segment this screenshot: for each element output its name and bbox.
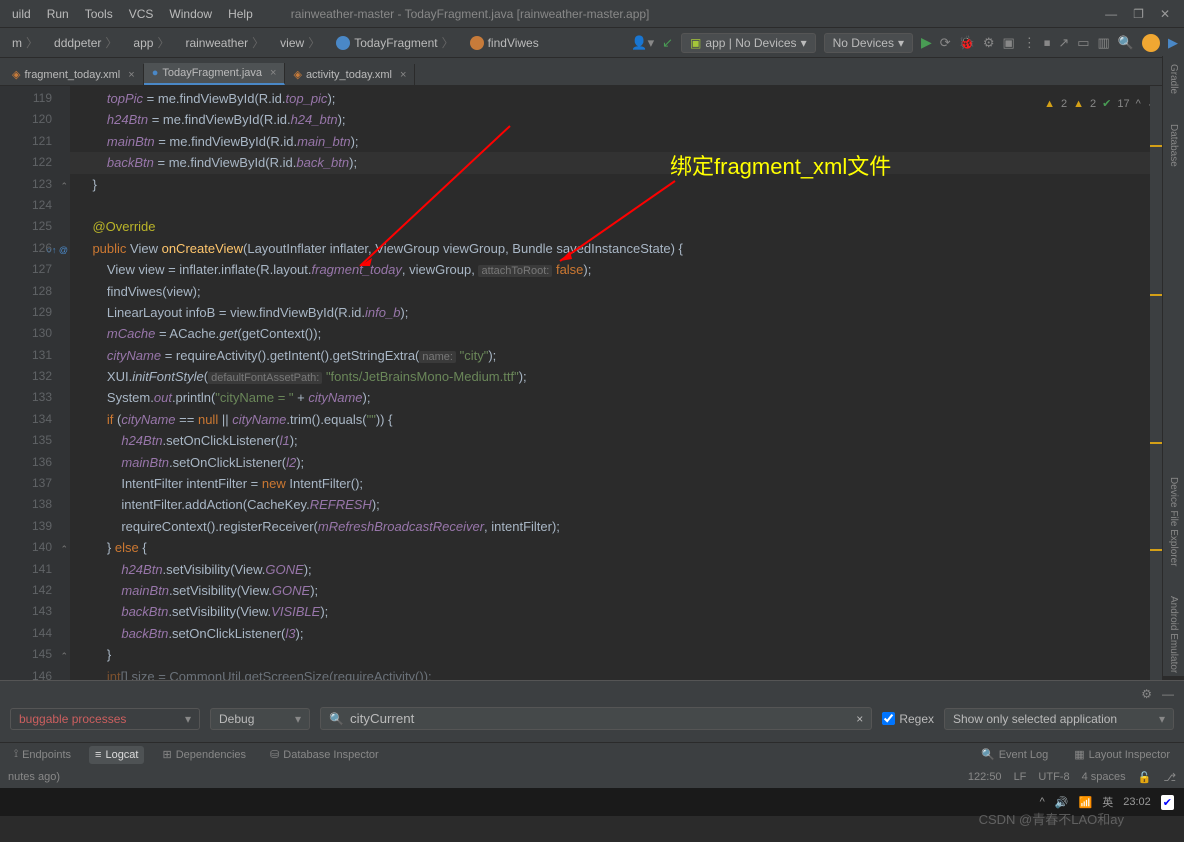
endpoints-tab[interactable]: ⟟Endpoints <box>8 745 77 764</box>
rerun-icon[interactable]: ⟳ <box>940 35 951 51</box>
sync-icon[interactable]: ↙ <box>662 35 673 51</box>
crumb-root[interactable]: m〉 <box>6 34 48 51</box>
run-icon[interactable]: ▶ <box>921 34 932 51</box>
lock-icon[interactable]: 🔓 <box>1138 771 1152 784</box>
line-ending[interactable]: LF <box>1014 771 1027 784</box>
avd-icon[interactable]: ▭ <box>1077 35 1089 51</box>
attach-icon[interactable]: ▣ <box>1003 35 1015 51</box>
search-icon: 🔍 <box>329 712 344 726</box>
gutter: 119 120 121 122 123⌃ 124 125 126 ○↑ @ 12… <box>0 86 70 680</box>
check-icon: ✔ <box>1102 94 1111 115</box>
gradle-tool[interactable]: Gradle <box>1168 64 1179 94</box>
clear-icon[interactable]: × <box>856 712 863 726</box>
play-icon[interactable]: ▶ <box>1168 35 1178 51</box>
encoding[interactable]: UTF-8 <box>1038 771 1069 784</box>
tray-up-icon[interactable]: ^ <box>1040 796 1045 808</box>
collapse-icon[interactable]: — <box>1162 687 1174 701</box>
crumb-4[interactable]: view〉 <box>274 34 330 51</box>
maximize-icon[interactable]: ❐ <box>1133 7 1144 21</box>
emulator-tool[interactable]: Android Emulator <box>1168 596 1179 673</box>
window-title: rainweather-master - TodayFragment.java … <box>291 7 650 21</box>
shield-icon[interactable]: ✔ <box>1161 795 1174 810</box>
log-level-select[interactable]: Debug▾ <box>210 708 310 730</box>
tab-today-fragment[interactable]: ●TodayFragment.java× <box>144 63 286 85</box>
profile-icon[interactable]: ⚙ <box>983 35 995 51</box>
code-editor[interactable]: topPic = me.findViewById(R.id.top_pic); … <box>70 86 1184 680</box>
close-icon[interactable]: ✕ <box>1160 7 1170 21</box>
cursor-pos[interactable]: 122:50 <box>968 771 1002 784</box>
run-config-select[interactable]: ▣app | No Devices▾ <box>681 33 816 53</box>
menubar: uild Run Tools VCS Window Help rainweath… <box>0 0 1184 28</box>
close-tab-icon[interactable]: × <box>400 69 406 81</box>
gear-icon[interactable]: ⚙ <box>1141 687 1152 701</box>
crumb-method[interactable]: findViwes <box>464 36 545 50</box>
sound-icon[interactable]: 🔊 <box>1055 796 1069 809</box>
minimize-icon[interactable]: — <box>1105 7 1117 21</box>
filter-select[interactable]: Show only selected application▾ <box>944 708 1174 730</box>
dependencies-tab[interactable]: ⊞Dependencies <box>156 745 252 764</box>
process-select[interactable]: buggable processes▾ <box>10 708 200 730</box>
menu-help[interactable]: Help <box>220 7 261 21</box>
clock[interactable]: 23:02 <box>1123 796 1151 808</box>
device-select[interactable]: No Devices▾ <box>824 33 913 53</box>
close-tab-icon[interactable]: × <box>128 69 134 81</box>
user-icon[interactable]: 👤▾ <box>631 35 654 51</box>
crumb-3[interactable]: rainweather〉 <box>179 34 274 51</box>
status-left: nutes ago) <box>8 771 60 783</box>
notifications-icon[interactable] <box>1142 34 1160 52</box>
device-explorer-tool[interactable]: Device File Explorer <box>1168 477 1179 566</box>
ime-indicator[interactable]: 英 <box>1102 794 1113 810</box>
search-input[interactable] <box>350 711 850 726</box>
menu-build[interactable]: uild <box>4 7 39 21</box>
editor-container: 119 120 121 122 123⌃ 124 125 126 ○↑ @ 12… <box>0 86 1184 680</box>
build-icon[interactable]: ↗ <box>1058 35 1069 51</box>
debug-icon[interactable]: 🐞 <box>959 35 975 51</box>
annotation-overlay: 绑定fragment_xml文件 <box>670 156 891 177</box>
regex-checkbox[interactable]: Regex <box>882 712 934 726</box>
warning-icon: ▲ <box>1044 94 1055 115</box>
layout-inspector-tab[interactable]: ▦Layout Inspector <box>1068 745 1176 764</box>
navbar: m〉 dddpeter〉 app〉 rainweather〉 view〉 Tod… <box>0 28 1184 58</box>
git-icon[interactable]: ⎇ <box>1163 771 1176 784</box>
logcat-panel: ⚙ — buggable processes▾ Debug▾ 🔍 × Regex… <box>0 680 1184 742</box>
more-icon[interactable]: ⋮ <box>1023 35 1036 51</box>
menu-vcs[interactable]: VCS <box>121 7 162 21</box>
stop-icon[interactable]: ⏹ <box>1044 35 1051 51</box>
right-toolbar: Gradle Database Device File Explorer And… <box>1162 56 1184 676</box>
close-tab-icon[interactable]: × <box>270 67 276 79</box>
log-search[interactable]: 🔍 × <box>320 707 872 730</box>
db-inspector-tab[interactable]: ⛁Database Inspector <box>264 745 385 764</box>
editor-tabs: ◈fragment_today.xml× ●TodayFragment.java… <box>0 58 1184 86</box>
warning-icon: ▲ <box>1073 94 1084 115</box>
database-tool[interactable]: Database <box>1168 124 1179 167</box>
menu-window[interactable]: Window <box>161 7 220 21</box>
search-icon[interactable]: 🔍 <box>1118 35 1134 51</box>
menu-run[interactable]: Run <box>39 7 77 21</box>
status-bar: nutes ago) 122:50 LF UTF-8 4 spaces 🔓 ⎇ <box>0 766 1184 788</box>
tab-activity-xml[interactable]: ◈activity_today.xml× <box>285 64 415 85</box>
crumb-2[interactable]: app〉 <box>127 34 179 51</box>
event-log-tab[interactable]: 🔍Event Log <box>975 745 1054 764</box>
logcat-tab[interactable]: ≡Logcat <box>89 746 144 764</box>
crumb-1[interactable]: dddpeter〉 <box>48 34 127 51</box>
scrollbar[interactable] <box>1150 86 1162 680</box>
wifi-icon[interactable]: 📶 <box>1079 796 1093 809</box>
crumb-class[interactable]: TodayFragment〉 <box>330 34 463 51</box>
indent[interactable]: 4 spaces <box>1082 771 1126 784</box>
menu-tools[interactable]: Tools <box>77 7 121 21</box>
sdk-icon[interactable]: ▥ <box>1098 35 1110 51</box>
tab-fragment-xml[interactable]: ◈fragment_today.xml× <box>4 64 144 85</box>
bottom-tool-tabs: ⟟Endpoints ≡Logcat ⊞Dependencies ⛁Databa… <box>0 742 1184 766</box>
inspections[interactable]: ▲2 ▲2 ✔17 ^⌄ <box>1044 94 1156 115</box>
watermark: CSDN @青春不LAO和ay <box>979 809 1124 828</box>
